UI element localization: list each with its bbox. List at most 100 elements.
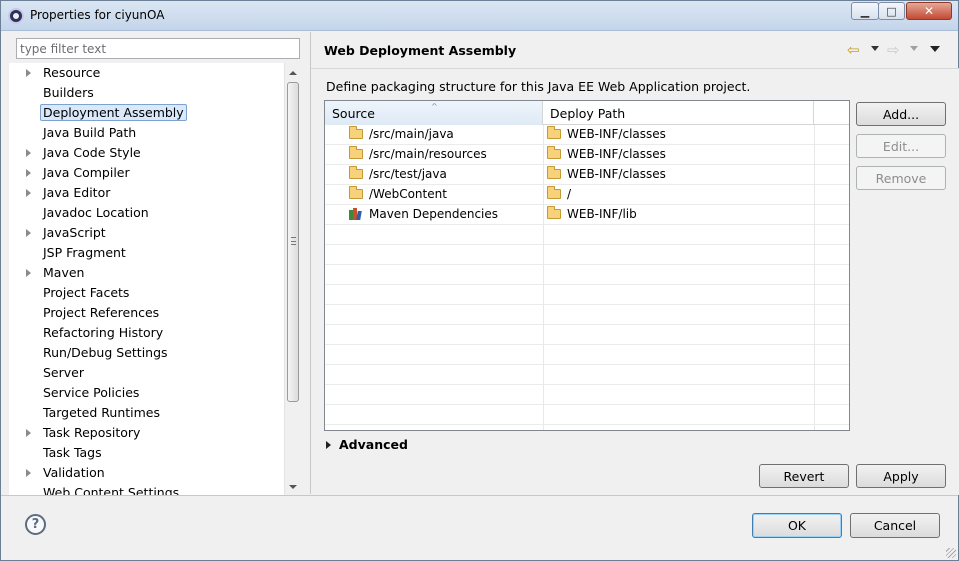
- source-cell: /src/main/resources: [349, 146, 487, 161]
- tree-item[interactable]: Deployment Assembly: [9, 103, 284, 123]
- tree-item-label: JavaScript: [43, 225, 106, 240]
- expand-arrow-icon[interactable]: [26, 229, 31, 237]
- expand-arrow-icon[interactable]: [26, 269, 31, 277]
- folder-icon: [547, 126, 561, 139]
- source-cell: Maven Dependencies: [349, 207, 498, 221]
- tree-item-label: JSP Fragment: [43, 245, 126, 260]
- folder-icon: [349, 186, 363, 199]
- back-history-dropdown-icon[interactable]: [871, 46, 879, 51]
- apply-button[interactable]: Apply: [856, 464, 946, 488]
- resize-grip-icon[interactable]: [946, 548, 956, 558]
- expand-arrow-icon[interactable]: [26, 69, 31, 77]
- tree-item-label: Builders: [43, 85, 94, 100]
- table-row[interactable]: /src/main/resources WEB-INF/classes: [325, 145, 849, 165]
- back-arrow-icon[interactable]: ⇦: [847, 41, 860, 59]
- folder-icon: [349, 126, 363, 139]
- cancel-button[interactable]: Cancel: [850, 513, 940, 538]
- expand-arrow-icon[interactable]: [26, 189, 31, 197]
- forward-history-dropdown-icon[interactable]: [910, 46, 918, 51]
- tree-item[interactable]: Validation: [9, 463, 284, 483]
- edit-button[interactable]: Edit...: [856, 134, 946, 158]
- window-title: Properties for ciyunOA: [30, 8, 165, 22]
- tree-item[interactable]: Task Tags: [9, 443, 284, 463]
- tree-item-label: Project References: [43, 305, 160, 320]
- add-button[interactable]: Add...: [856, 102, 946, 126]
- folder-icon: [349, 146, 363, 159]
- tree-item-label: Run/Debug Settings: [43, 345, 168, 360]
- library-icon: [349, 208, 363, 220]
- tree-item[interactable]: JavaScript: [9, 223, 284, 243]
- tree-item-label: Task Repository: [43, 425, 141, 440]
- expand-arrow-icon[interactable]: [26, 469, 31, 477]
- tree-item-label: Java Code Style: [43, 145, 141, 160]
- table-row[interactable]: [325, 285, 849, 305]
- source-cell: /WebContent: [349, 186, 447, 201]
- assembly-table[interactable]: Source ^ Deploy Path /src/main/java WEB-I…: [324, 100, 850, 431]
- table-row[interactable]: /src/main/java WEB-INF/classes: [325, 125, 849, 145]
- folder-icon: [547, 146, 561, 159]
- view-menu-icon[interactable]: [930, 46, 940, 52]
- expand-arrow-icon[interactable]: [26, 149, 31, 157]
- table-row[interactable]: [325, 265, 849, 285]
- close-button[interactable]: ✕: [906, 2, 952, 20]
- tree-item[interactable]: Refactoring History: [9, 323, 284, 343]
- forward-arrow-icon[interactable]: ⇨: [887, 41, 900, 59]
- table-row[interactable]: [325, 225, 849, 245]
- scroll-up-arrow-icon[interactable]: [285, 65, 301, 81]
- table-row[interactable]: Maven Dependencies WEB-INF/lib: [325, 205, 849, 225]
- tree-item[interactable]: Builders: [9, 83, 284, 103]
- help-icon[interactable]: ?: [25, 514, 46, 535]
- table-row[interactable]: [325, 365, 849, 385]
- tree-item[interactable]: Resource: [9, 63, 284, 83]
- table-row[interactable]: /src/test/java WEB-INF/classes: [325, 165, 849, 185]
- deploy-path-text: WEB-INF/classes: [567, 127, 666, 141]
- source-cell: /src/main/java: [349, 126, 454, 141]
- column-header-source-label: Source: [332, 106, 375, 121]
- remove-button[interactable]: Remove: [856, 166, 946, 190]
- tree-item[interactable]: Task Repository: [9, 423, 284, 443]
- tree-item[interactable]: JSP Fragment: [9, 243, 284, 263]
- tree-item[interactable]: Web Content Settings: [9, 483, 284, 495]
- tree-item[interactable]: Java Build Path: [9, 123, 284, 143]
- column-header-deploy-path[interactable]: Deploy Path: [543, 101, 814, 125]
- scrollbar-thumb[interactable]: [287, 82, 299, 402]
- deploy-path-text: WEB-INF/lib: [567, 207, 637, 221]
- revert-button[interactable]: Revert: [759, 464, 849, 488]
- tree-item[interactable]: Java Compiler: [9, 163, 284, 183]
- tree-item[interactable]: Server: [9, 363, 284, 383]
- tree-item[interactable]: Javadoc Location: [9, 203, 284, 223]
- table-row[interactable]: [325, 305, 849, 325]
- table-row[interactable]: [325, 325, 849, 345]
- tree-item[interactable]: Targeted Runtimes: [9, 403, 284, 423]
- table-row[interactable]: /WebContent /: [325, 185, 849, 205]
- tree-item[interactable]: Java Code Style: [9, 143, 284, 163]
- tree-item-label: Deployment Assembly: [40, 104, 187, 121]
- table-row[interactable]: [325, 245, 849, 265]
- tree-item[interactable]: Service Policies: [9, 383, 284, 403]
- table-row[interactable]: [325, 385, 849, 405]
- page-title: Web Deployment Assembly: [324, 43, 517, 58]
- tree-item[interactable]: Java Editor: [9, 183, 284, 203]
- tree-item-label: Java Compiler: [43, 165, 130, 180]
- expand-arrow-icon[interactable]: [26, 169, 31, 177]
- grip-icon: [291, 237, 296, 245]
- tree-item[interactable]: Maven: [9, 263, 284, 283]
- tree-item[interactable]: Project References: [9, 303, 284, 323]
- tree-item[interactable]: Run/Debug Settings: [9, 343, 284, 363]
- expand-arrow-icon: [326, 440, 331, 449]
- minimize-button[interactable]: ▁: [851, 2, 879, 20]
- expand-arrow-icon[interactable]: [26, 429, 31, 437]
- title-bar[interactable]: Properties for ciyunOA ▁ □ ✕: [1, 1, 958, 31]
- ok-button[interactable]: OK: [752, 513, 842, 538]
- advanced-section-toggle[interactable]: Advanced: [326, 437, 408, 452]
- table-row[interactable]: [325, 345, 849, 365]
- maximize-button[interactable]: □: [878, 2, 905, 20]
- filter-input[interactable]: [16, 38, 300, 59]
- table-row[interactable]: [325, 405, 849, 425]
- tree-item[interactable]: Project Facets: [9, 283, 284, 303]
- tree-scrollbar[interactable]: [284, 63, 301, 495]
- scroll-down-arrow-icon[interactable]: [285, 479, 301, 495]
- tree-item-label: Resource: [43, 65, 101, 80]
- column-header-source[interactable]: Source ^: [325, 101, 543, 125]
- tree-item-label: Refactoring History: [43, 325, 164, 340]
